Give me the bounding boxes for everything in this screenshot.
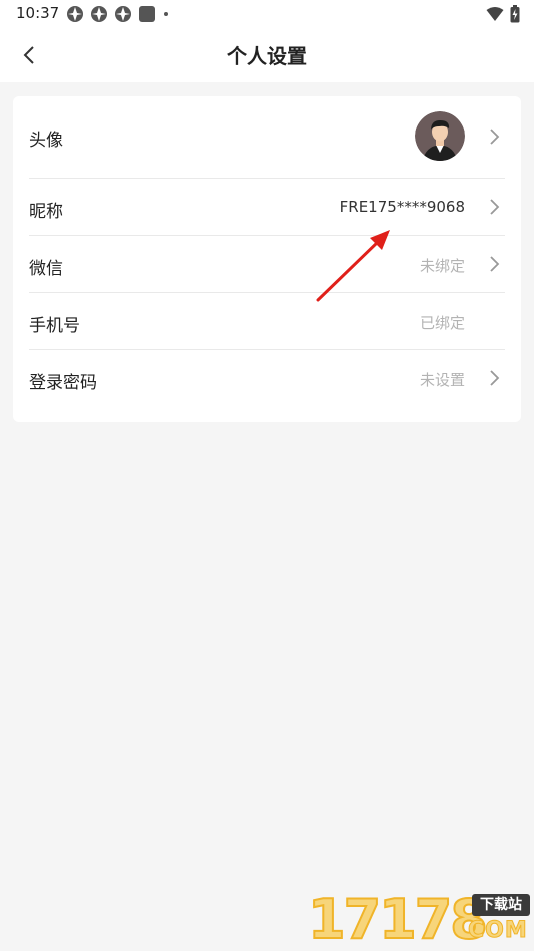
watermark-tag: 下载站 xyxy=(472,894,530,916)
settings-row-wechat[interactable]: 微信 未绑定 xyxy=(29,236,505,292)
settings-card: 头像 昵称 FRE175****9068 微信 未绑定 手机号 已绑定 登录密码… xyxy=(13,96,521,422)
chevron-right-icon xyxy=(490,256,500,272)
app-notification-icon xyxy=(115,6,131,22)
row-label: 微信 xyxy=(29,259,63,279)
battery-charging-icon xyxy=(510,5,520,23)
page-title: 个人设置 xyxy=(227,44,307,68)
wechat-status-value: 未绑定 xyxy=(419,257,465,275)
row-label: 昵称 xyxy=(29,202,63,222)
settings-row-nickname[interactable]: 昵称 FRE175****9068 xyxy=(29,179,505,235)
row-label: 登录密码 xyxy=(29,373,97,393)
settings-row-avatar[interactable]: 头像 xyxy=(29,96,505,178)
wifi-icon xyxy=(486,7,504,21)
app-notification-icon xyxy=(91,6,107,22)
app-notification-icon xyxy=(139,6,155,22)
more-notifications-dot-icon xyxy=(164,12,168,16)
status-bar: 10:37 xyxy=(0,0,534,28)
chevron-right-icon xyxy=(490,199,500,215)
avatar[interactable] xyxy=(415,111,465,161)
chevron-right-icon xyxy=(490,129,500,145)
navigation-header: 个人设置 xyxy=(0,28,534,82)
watermark-suffix: COM xyxy=(468,918,528,944)
nickname-value: FRE175****9068 xyxy=(339,198,465,216)
chevron-right-icon xyxy=(490,370,500,386)
password-status-value: 未设置 xyxy=(419,371,465,389)
row-label: 手机号 xyxy=(29,316,80,336)
row-label: 头像 xyxy=(29,131,63,151)
system-status-icons xyxy=(486,5,520,23)
site-watermark: 17178 下载站 COM xyxy=(307,888,534,951)
app-notification-icon xyxy=(67,6,83,22)
user-avatar-image xyxy=(415,111,465,161)
watermark-digits: 17178 xyxy=(307,888,489,951)
status-time: 10:37 xyxy=(16,4,60,22)
settings-row-login-password[interactable]: 登录密码 未设置 xyxy=(29,350,505,408)
settings-row-phone: 手机号 已绑定 xyxy=(29,293,505,349)
notification-icons xyxy=(66,5,170,23)
phone-status-value: 已绑定 xyxy=(419,314,465,332)
